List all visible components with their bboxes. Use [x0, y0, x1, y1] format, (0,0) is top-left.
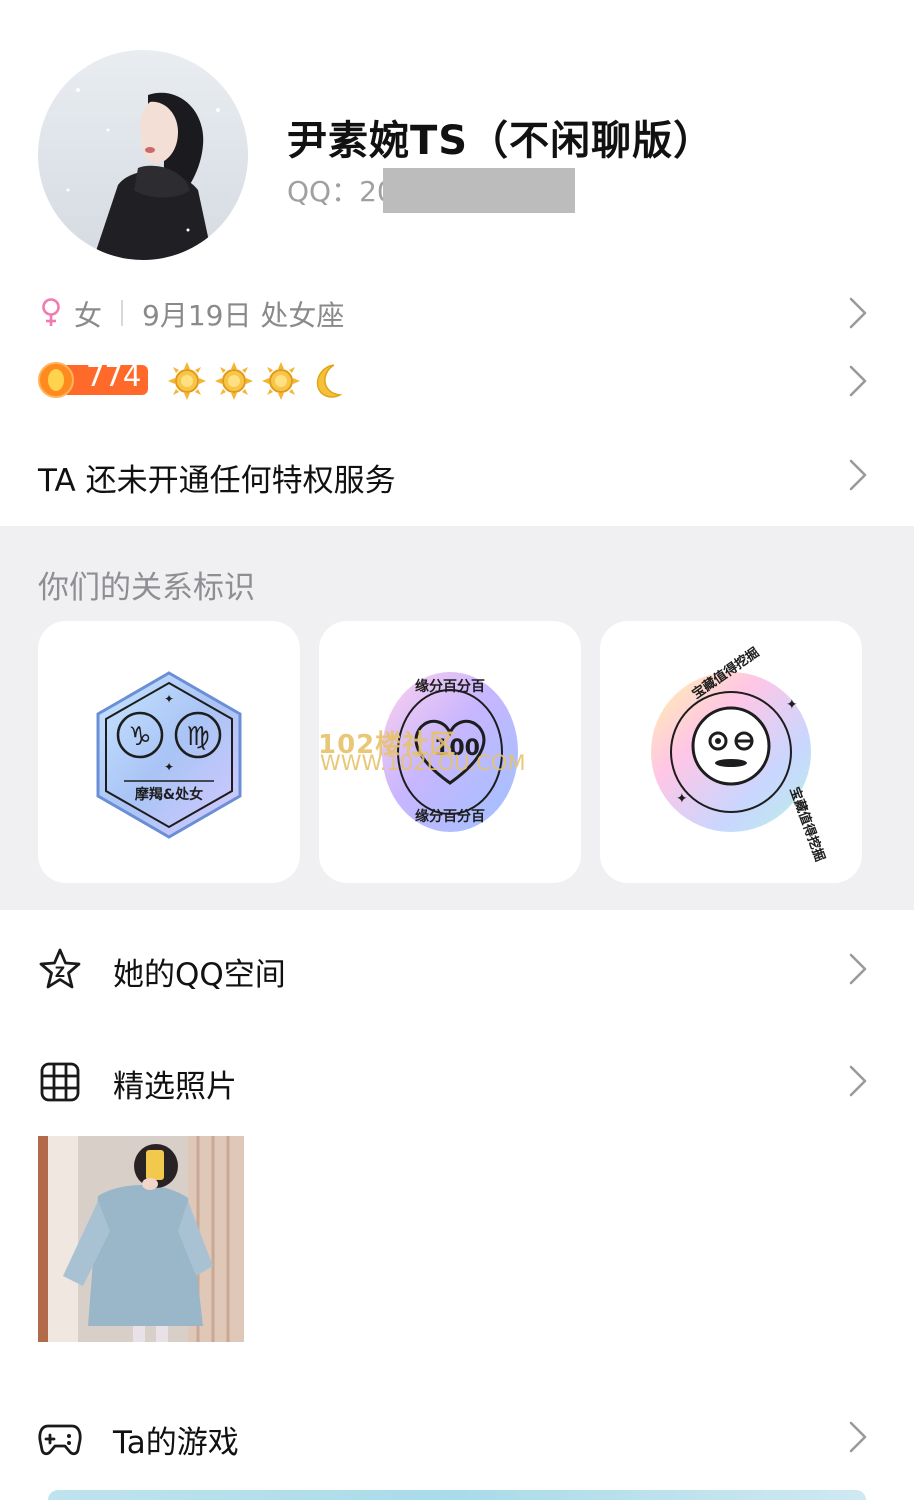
sun-icon: [215, 362, 253, 400]
heart-badge-label-bottom: 缘分百分百: [415, 808, 485, 825]
female-icon: [42, 298, 60, 326]
birthday-label: 9月19日 处女座: [142, 299, 345, 332]
relationship-card-zodiac[interactable]: ♑ ♍ ✦ ✦ 摩羯&处女: [38, 621, 300, 883]
svg-text:✦: ✦: [676, 791, 688, 807]
privilege-text: TA 还未开通任何特权服务: [38, 463, 396, 499]
qzone-star-icon: Z: [39, 948, 81, 989]
photos-row[interactable]: 精选照片: [0, 1052, 914, 1112]
svg-text:♑: ♑: [128, 722, 151, 752]
basic-info-row[interactable]: 女 9月19日 处女座: [0, 288, 914, 338]
info-divider: [121, 300, 123, 326]
relationship-title: 你们的关系标识: [38, 570, 255, 606]
featured-photo[interactable]: [38, 1136, 244, 1342]
chevron-right-icon: [849, 1065, 867, 1097]
moon-icon: [316, 364, 343, 398]
photos-label: 精选照片: [113, 1069, 237, 1105]
svg-text:✦: ✦: [164, 692, 174, 706]
zodiac-badge-icon: ♑ ♍ ✦ ✦ 摩羯&处女: [96, 671, 242, 839]
heart-100-badge-icon: 100 缘分百分百 缘分百分百: [382, 672, 518, 832]
games-label: Ta的游戏: [113, 1425, 239, 1461]
grid-icon: [40, 1062, 80, 1102]
treasure-face-badge-icon: ✦ ✦ 宝藏值得挖掘 宝藏值得挖掘: [651, 644, 828, 864]
zodiac-badge-label: 摩羯&处女: [135, 786, 203, 803]
chevron-right-icon: [849, 953, 867, 985]
privilege-row[interactable]: TA 还未开通任何特权服务: [0, 448, 914, 504]
relationship-section: 你们的关系标识 ♑ ♍ ✦ ✦ 摩羯&处女 100 缘分百分百 缘分百分百 ✦ …: [0, 526, 914, 910]
qzone-row[interactable]: Z 她的QQ空间: [0, 940, 914, 1000]
svg-text:Z: Z: [55, 965, 65, 981]
qzone-label: 她的QQ空间: [113, 957, 286, 993]
profile-avatar[interactable]: [38, 50, 248, 260]
heart-badge-label-top: 缘分百分百: [415, 678, 485, 695]
svg-text:♍: ♍: [186, 722, 209, 752]
qq-level-row[interactable]: 774: [0, 356, 914, 406]
heart-badge-number: 100: [434, 736, 480, 761]
relationship-card-treasure[interactable]: ✦ ✦ 宝藏值得挖掘 宝藏值得挖掘: [600, 621, 862, 883]
games-row[interactable]: Ta的游戏: [0, 1408, 914, 1468]
svg-text:✦: ✦: [786, 697, 798, 713]
qq-redaction-block: [383, 168, 575, 213]
svg-text:✦: ✦: [164, 760, 174, 774]
chevron-right-icon: [849, 1421, 867, 1453]
profile-name: 尹素婉TS（不闲聊版）: [287, 118, 715, 164]
treasure-badge-label-side: 宝藏值得挖掘: [786, 785, 828, 864]
gamepad-icon: [38, 1424, 82, 1456]
level-value: 774: [86, 359, 142, 393]
chevron-right-icon: [849, 459, 867, 491]
sun-icon: [168, 362, 206, 400]
relationship-card-heart[interactable]: 100 缘分百分百 缘分百分百: [319, 621, 581, 883]
next-card-peek: [48, 1490, 866, 1500]
qq-number: QQ：20: [287, 175, 395, 208]
chevron-right-icon: [849, 365, 867, 397]
chevron-right-icon: [849, 297, 867, 329]
gender-label: 女: [74, 299, 103, 332]
sun-icon: [262, 362, 300, 400]
